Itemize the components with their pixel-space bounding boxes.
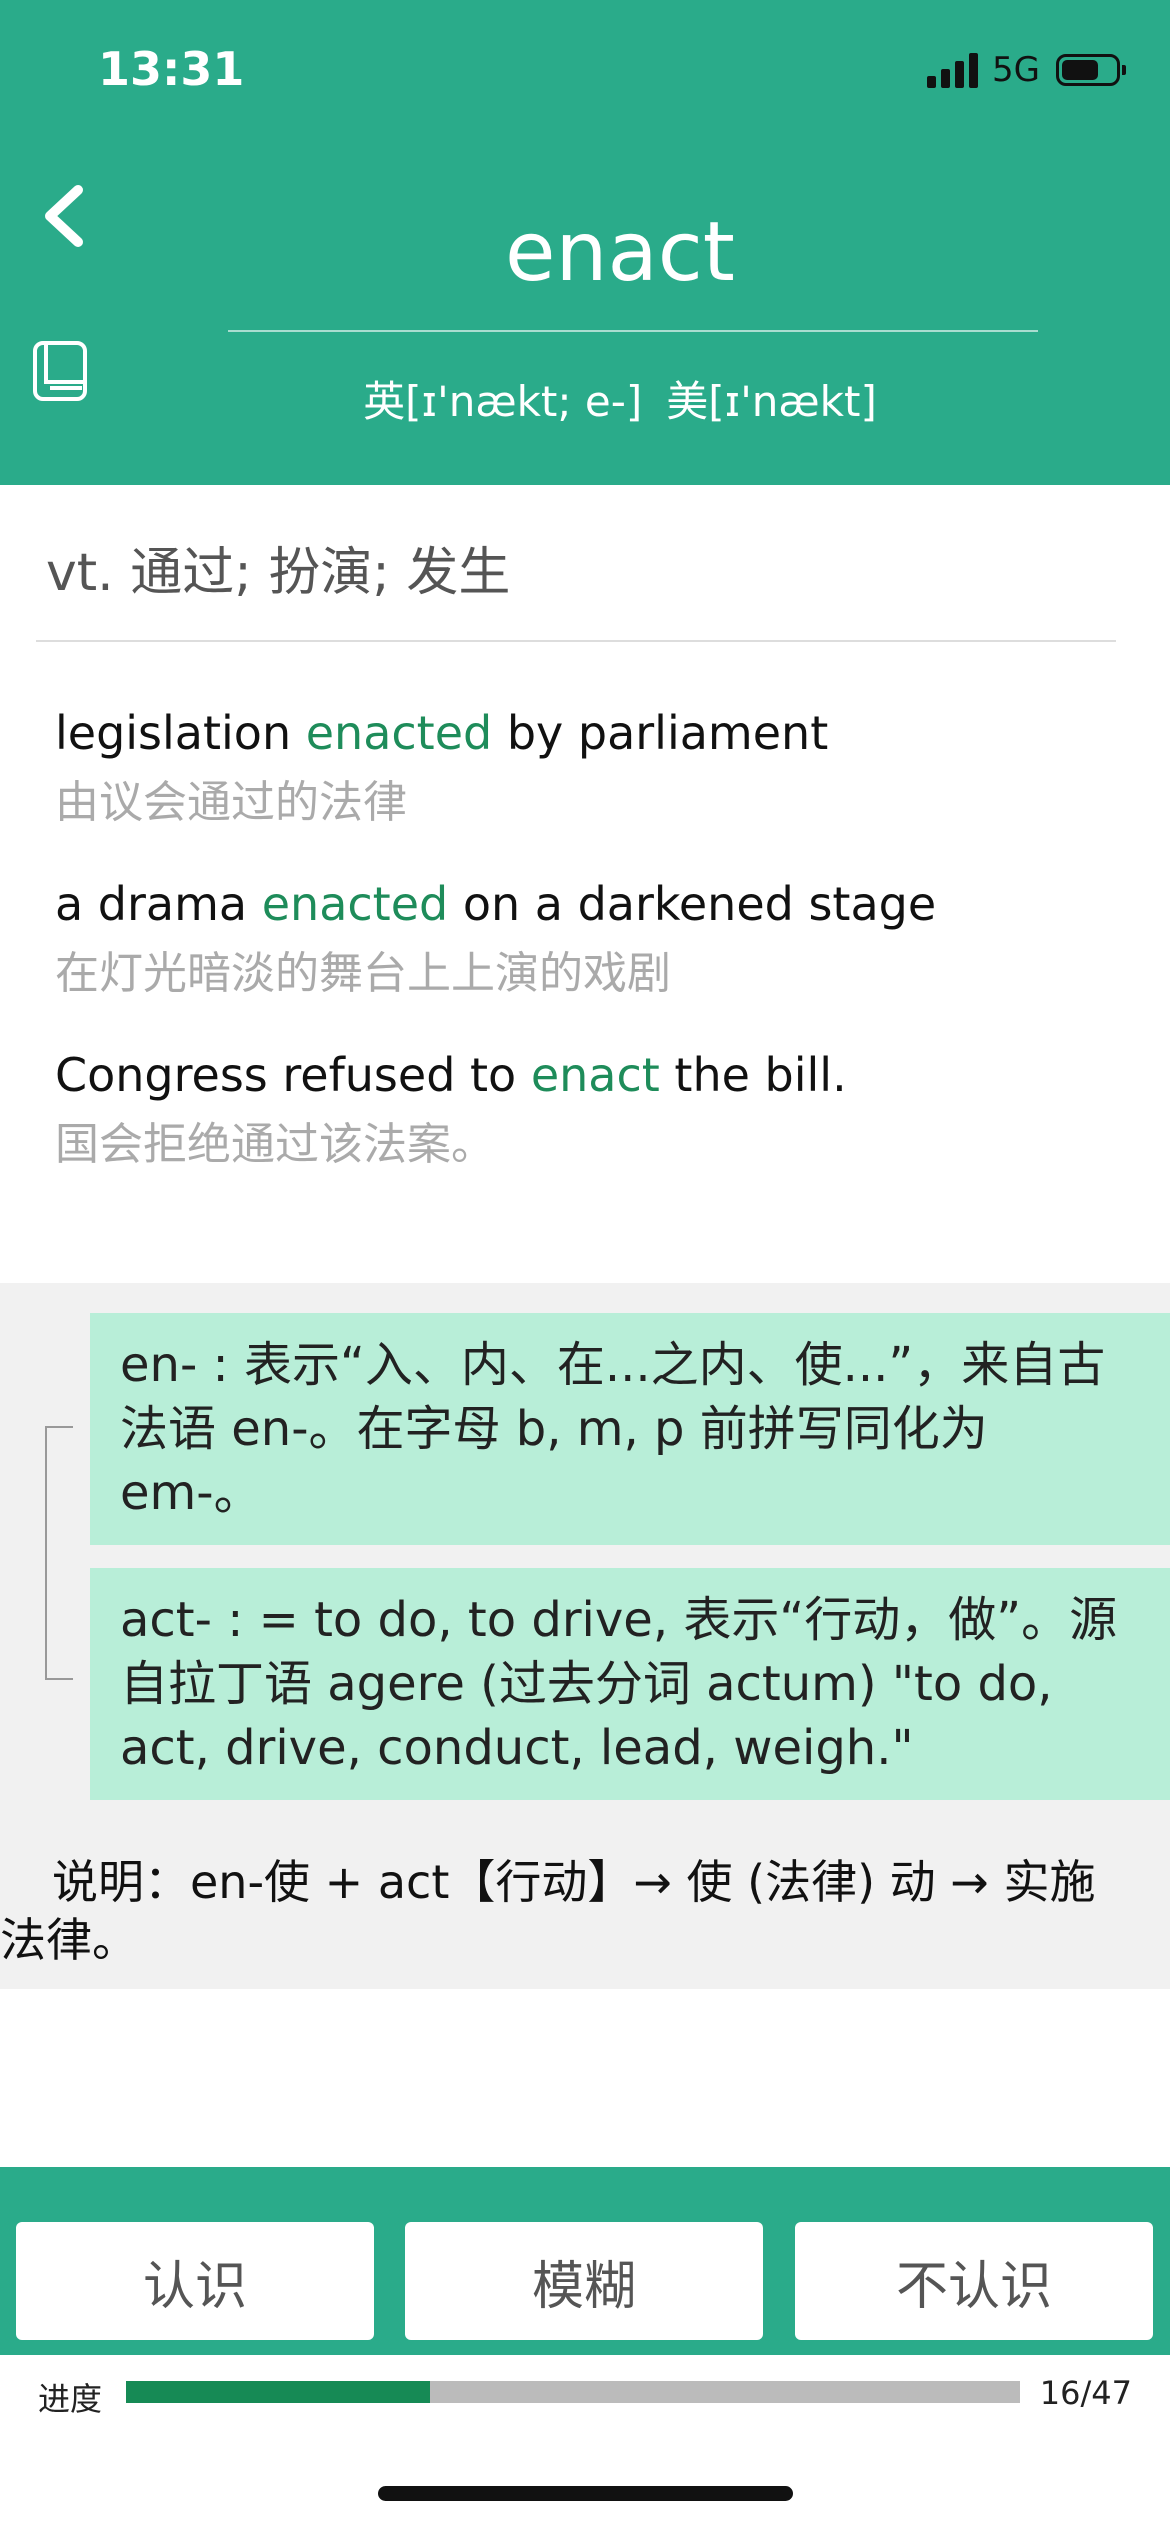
example-cn: 由议会通过的法律 bbox=[55, 777, 407, 828]
fuzzy-button[interactable]: 模糊 bbox=[405, 2222, 763, 2340]
progress-label: 进度 bbox=[38, 2380, 103, 2418]
phonetics: 英[ɪ'nækt; e-] 美[ɪ'nækt] bbox=[0, 368, 1170, 429]
morpheme-bracket bbox=[45, 1426, 73, 1680]
title-divider bbox=[228, 330, 1038, 332]
signal-icon bbox=[927, 52, 979, 88]
progress-bar bbox=[126, 2381, 1020, 2403]
unknown-button[interactable]: 不认识 bbox=[795, 2222, 1153, 2340]
action-bar: 认识 模糊 不认识 bbox=[0, 2167, 1170, 2355]
word-header: 13:31 5G enact 英[ɪ'nækt; e-] 美[ɪ'nækt] bbox=[0, 0, 1170, 485]
example-cn: 国会拒绝通过该法案。 bbox=[55, 1119, 495, 1170]
example-sentence: legislation enacted by parliament 由议会通过的… bbox=[55, 706, 828, 830]
example-highlight: enacted bbox=[261, 877, 449, 931]
example-sentence: a drama enacted on a darkened stage 在灯光暗… bbox=[55, 877, 936, 1001]
example-en: Congress refused to enact the bill. bbox=[55, 1048, 847, 1102]
example-en: a drama enacted on a darkened stage bbox=[55, 877, 937, 931]
phonetic-us[interactable]: 美[ɪ'nækt] bbox=[666, 377, 877, 426]
battery-icon bbox=[1056, 54, 1126, 86]
morpheme-card: en- : 表示“入、内、在...之内、使...”，来自古法语 en-。在字母 … bbox=[90, 1313, 1170, 1545]
example-en: legislation enacted by parliament bbox=[55, 706, 829, 760]
definition-divider bbox=[36, 640, 1116, 642]
example-highlight: enacted bbox=[305, 706, 493, 760]
phonetic-uk[interactable]: 英[ɪ'nækt; e-] bbox=[363, 377, 642, 426]
morpheme-card: act- : = to do, to drive, 表示“行动，做”。源自拉丁语… bbox=[90, 1568, 1170, 1800]
word-title: enact bbox=[505, 205, 735, 300]
example-sentence: Congress refused to enact the bill. 国会拒绝… bbox=[55, 1048, 847, 1172]
example-cn: 在灯光暗淡的舞台上上演的戏剧 bbox=[55, 948, 671, 999]
network-label: 5G bbox=[992, 50, 1040, 90]
etymology-section: en- : 表示“入、内、在...之内、使...”，来自古法语 en-。在字母 … bbox=[0, 1283, 1170, 1989]
definition: vt. 通过; 扮演; 发生 bbox=[46, 543, 511, 603]
status-indicators: 5G bbox=[927, 50, 1126, 90]
home-indicator[interactable] bbox=[378, 2486, 793, 2501]
status-time: 13:31 bbox=[98, 42, 245, 96]
example-highlight: enact bbox=[530, 1048, 660, 1102]
progress-count: 16/47 bbox=[1039, 2374, 1132, 2412]
know-button[interactable]: 认识 bbox=[16, 2222, 374, 2340]
etymology-explanation: 说明：en-使 + act【行动】→ 使 (法律) 动 → 实施法律。 bbox=[0, 1855, 1096, 1967]
progress-fill bbox=[126, 2381, 431, 2403]
